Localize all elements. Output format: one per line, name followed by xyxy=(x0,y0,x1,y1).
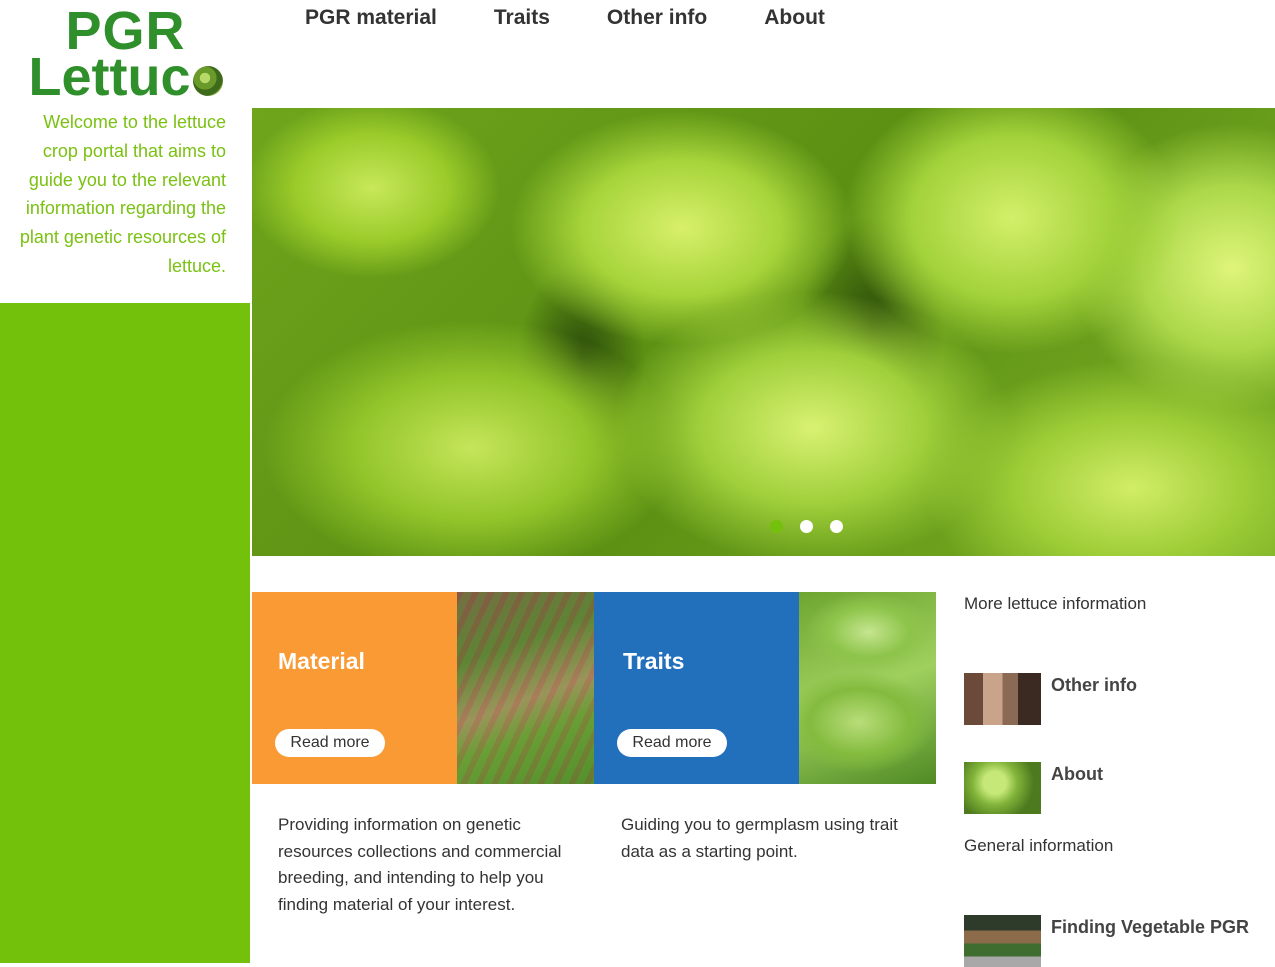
nav-pgr-material[interactable]: PGR material xyxy=(305,4,437,34)
sidebar-green-panel xyxy=(0,303,250,963)
material-tile-title: Material xyxy=(278,648,365,674)
lettuce-logo-icon xyxy=(192,66,223,96)
nav-other-info[interactable]: Other info xyxy=(607,4,707,34)
about-thumbnail xyxy=(964,762,1041,814)
traits-description: Guiding you to germplasm using trait dat… xyxy=(621,815,898,861)
general-info-heading: General information xyxy=(964,836,1114,855)
market-thumbnail xyxy=(964,915,1041,967)
field-rows-image xyxy=(457,592,594,784)
side-link-label: About xyxy=(1051,764,1103,784)
material-read-more-button[interactable]: Read more xyxy=(275,729,385,757)
slider-dots xyxy=(770,520,843,533)
lettuce-leaf-image xyxy=(799,592,936,784)
material-description: Providing information on genetic resourc… xyxy=(278,815,562,914)
traits-read-more-button[interactable]: Read more xyxy=(617,729,727,757)
material-tile-panel: Material Read more xyxy=(252,592,457,784)
left-sidebar: PGR Lettuc Welcome to the lettuce crop p… xyxy=(0,0,250,963)
side-link-about[interactable]: About xyxy=(964,762,1103,814)
hero-slider-image xyxy=(252,108,1275,556)
side-link-finding-vegetable-pgr[interactable]: Finding Vegetable PGR xyxy=(964,915,1249,967)
side-link-label: Other info xyxy=(1051,675,1137,695)
logo-line-2: Lettuc xyxy=(18,50,233,104)
slider-dot-2[interactable] xyxy=(800,520,813,533)
nav-traits[interactable]: Traits xyxy=(494,4,550,34)
site-logo[interactable]: PGR Lettuc xyxy=(18,4,233,104)
more-info-heading: More lettuce information xyxy=(964,594,1147,613)
side-link-label: Finding Vegetable PGR xyxy=(1051,917,1250,937)
other-info-thumbnail xyxy=(964,673,1041,725)
main-nav: PGR material Traits Other info About xyxy=(305,4,882,34)
logo-area: PGR Lettuc Welcome to the lettuce crop p… xyxy=(0,0,250,303)
traits-tile-panel: Traits Read more xyxy=(594,592,799,784)
slider-dot-3[interactable] xyxy=(830,520,843,533)
welcome-text: Welcome to the lettuce crop portal that … xyxy=(19,112,226,276)
nav-about[interactable]: About xyxy=(764,4,825,34)
slider-dot-1[interactable] xyxy=(770,520,783,533)
traits-tile-title: Traits xyxy=(623,648,685,674)
side-link-other-info[interactable]: Other info xyxy=(964,673,1137,725)
